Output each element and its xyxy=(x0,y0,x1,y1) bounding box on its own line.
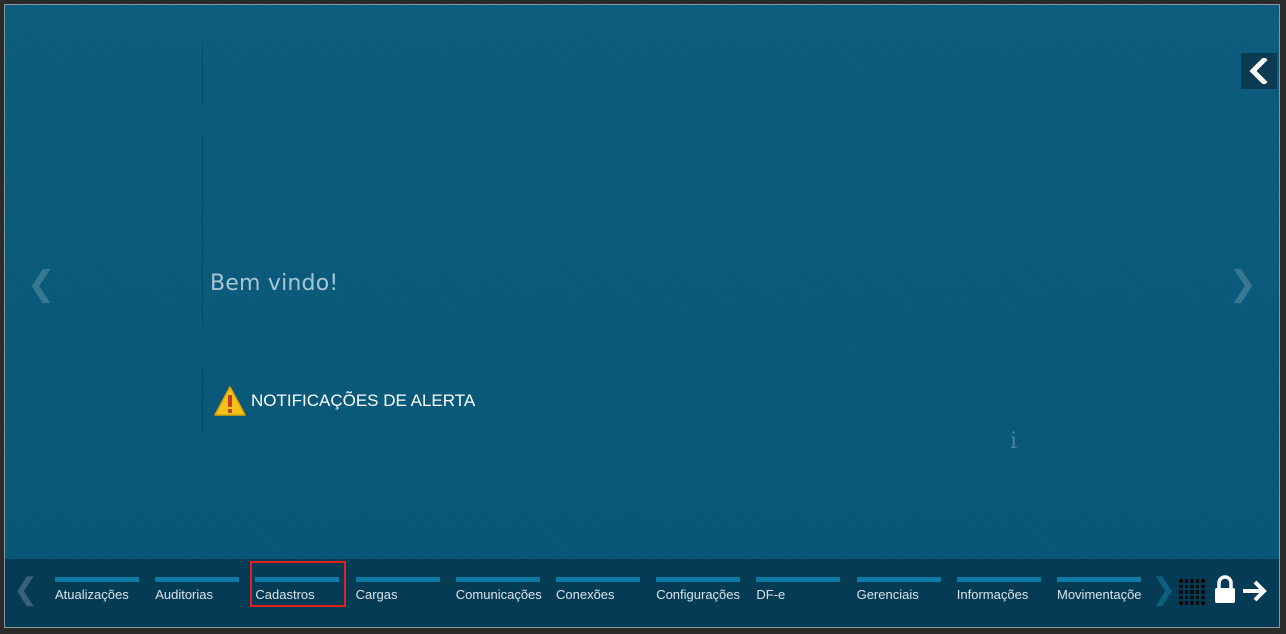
tab-indicator-bar xyxy=(1057,577,1141,582)
tab-indicator-bar xyxy=(455,577,540,582)
collapse-panel-button[interactable] xyxy=(1241,53,1277,89)
tab-atualizacoes[interactable]: Atualizações xyxy=(55,577,139,611)
tab-label: DF-e xyxy=(756,587,786,602)
tab-label: Atualizações xyxy=(55,587,129,602)
alert-notifications-label: NOTIFICAÇÕES DE ALERTA xyxy=(251,391,476,410)
tab-auditorias[interactable]: Auditorias xyxy=(155,577,240,611)
tab-cargas[interactable]: Cargas xyxy=(355,577,440,611)
tab-label: Auditorias xyxy=(155,587,213,602)
module-taskbar: ❮ Atualizações Auditorias Cadastros Cargas C… xyxy=(5,559,1279,627)
tab-df-e[interactable]: DF-e xyxy=(756,577,841,611)
tab-indicator-bar xyxy=(556,577,640,582)
welcome-heading: Bem vindo! xyxy=(210,271,339,296)
app-window: ❮ ❯ Bem vindo! NOTIFICAÇÕES DE ALERTA i … xyxy=(4,4,1280,628)
prev-slide-button[interactable]: ❮ xyxy=(27,267,56,301)
tab-movimentacoes[interactable]: Movimentações xyxy=(1057,577,1142,611)
divider-line xyxy=(202,135,203,325)
info-icon[interactable]: i xyxy=(1010,429,1017,454)
taskbar-prev-button[interactable]: ❮ xyxy=(13,575,38,605)
lock-icon[interactable] xyxy=(1213,575,1237,605)
tab-indicator-bar xyxy=(55,577,139,582)
tab-label: Movimentações xyxy=(1057,587,1142,602)
warning-icon xyxy=(214,386,246,416)
tab-indicator-bar xyxy=(355,577,440,582)
apps-grid-icon[interactable] xyxy=(1179,579,1205,605)
tab-configuracoes[interactable]: Configurações xyxy=(656,577,741,611)
tab-label: Comunicações xyxy=(455,587,542,602)
tab-conexoes[interactable]: Conexões xyxy=(556,577,640,611)
tab-label: Conexões xyxy=(556,587,615,602)
module-tabs: Atualizações Auditorias Cadastros Cargas Com… xyxy=(55,577,1142,611)
tab-label: Cadastros xyxy=(255,587,315,602)
chevron-left-icon xyxy=(1249,58,1268,84)
tab-cadastros[interactable]: Cadastros xyxy=(255,577,340,611)
tab-label: Cargas xyxy=(355,587,398,602)
tab-comunicacoes[interactable]: Comunicações xyxy=(455,577,542,611)
tab-indicator-bar xyxy=(155,577,240,582)
tab-indicator-bar xyxy=(255,577,340,582)
divider-line xyxy=(202,365,203,435)
tab-indicator-bar xyxy=(956,577,1041,582)
tab-indicator-bar xyxy=(656,577,741,582)
alert-notifications-link[interactable]: NOTIFICAÇÕES DE ALERTA xyxy=(213,385,475,417)
divider-line xyxy=(202,45,203,105)
logout-arrow-icon[interactable] xyxy=(1241,579,1269,603)
tab-indicator-bar xyxy=(856,577,941,582)
tab-gerenciais[interactable]: Gerenciais xyxy=(856,577,941,611)
tab-label: Informações xyxy=(956,587,1029,602)
tab-label: Configurações xyxy=(656,587,741,602)
tab-informacoes[interactable]: Informações xyxy=(956,577,1041,611)
next-slide-button[interactable]: ❯ xyxy=(1229,267,1258,301)
taskbar-next-button[interactable]: ❯ xyxy=(1151,575,1176,605)
tab-indicator-bar xyxy=(756,577,841,582)
main-panel: ❮ ❯ Bem vindo! NOTIFICAÇÕES DE ALERTA i xyxy=(5,5,1279,561)
tab-label: Gerenciais xyxy=(856,587,919,602)
